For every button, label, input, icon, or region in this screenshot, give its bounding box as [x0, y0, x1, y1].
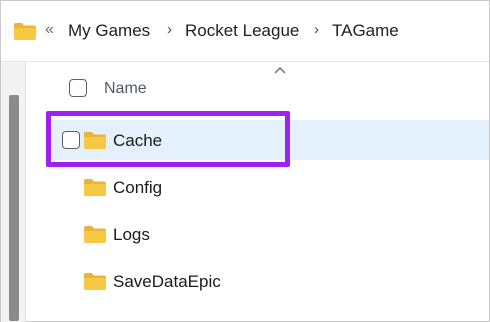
list-item-logs[interactable]: Logs	[48, 214, 489, 254]
breadcrumb-separator[interactable]: ›	[167, 21, 172, 38]
column-header-name[interactable]: Name	[104, 80, 147, 98]
address-bar[interactable]: « My Games › Rocket League › TAGame	[1, 1, 489, 62]
breadcrumb-item-my-games[interactable]: My Games	[68, 21, 150, 41]
navigation-pane[interactable]	[1, 62, 25, 322]
folder-icon	[84, 179, 106, 196]
navigation-scrollbar[interactable]	[9, 95, 19, 321]
pane-divider[interactable]	[25, 62, 26, 322]
breadcrumb-item-rocket-league[interactable]: Rocket League	[185, 21, 299, 41]
folder-icon	[84, 226, 106, 243]
breadcrumb-item-tagame[interactable]: TAGame	[332, 21, 399, 41]
breadcrumb-separator[interactable]: ›	[314, 21, 319, 38]
file-name: SaveDataEpic	[113, 272, 221, 291]
folder-icon	[84, 273, 106, 290]
file-name: Logs	[113, 225, 150, 244]
list-item-config[interactable]: Config	[48, 167, 489, 207]
list-item-savedataepic[interactable]: SaveDataEpic	[48, 261, 489, 301]
select-all-checkbox[interactable]	[69, 79, 87, 97]
file-name: Config	[113, 178, 163, 197]
breadcrumb-overflow-button[interactable]: «	[45, 21, 54, 39]
highlight-annotation	[46, 111, 290, 167]
chevron-up-icon	[274, 67, 286, 74]
folder-icon	[14, 23, 36, 40]
